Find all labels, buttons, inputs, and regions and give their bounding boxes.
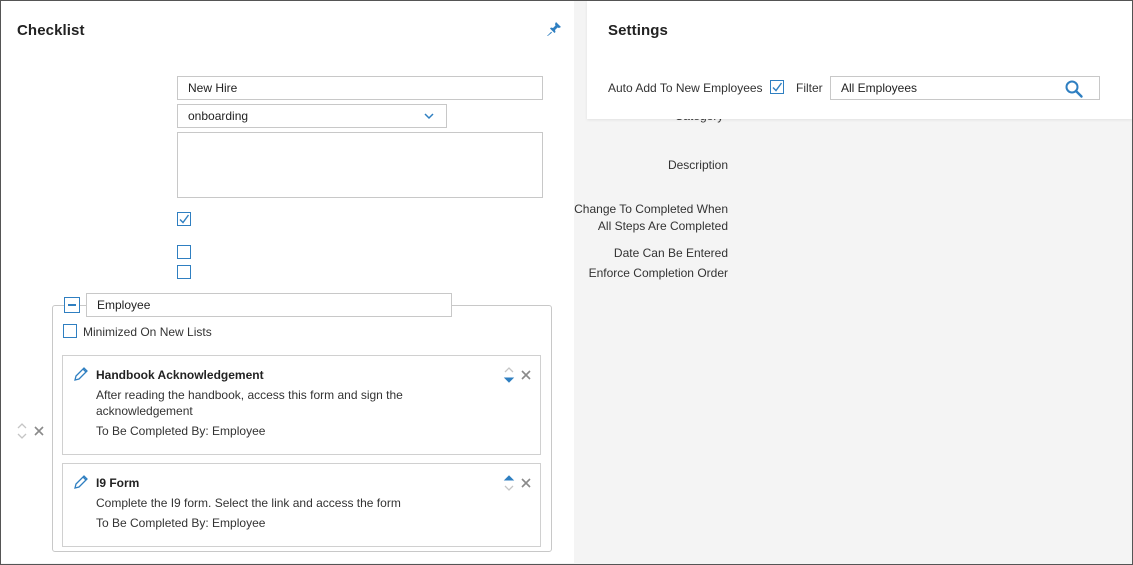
date-entered-label: Date Can Be Entered [613, 246, 728, 260]
close-icon[interactable] [520, 477, 532, 489]
step-card: Handbook Acknowledgement After reading t… [62, 355, 541, 455]
date-entered-checkbox[interactable] [177, 245, 191, 259]
minimized-label: Minimized On New Lists [83, 325, 212, 339]
sort-arrows-icon[interactable] [503, 364, 515, 386]
group-sort-arrows-icon[interactable] [16, 420, 28, 442]
step-description: After reading the handbook, access this … [96, 388, 403, 418]
step-card: I9 Form Complete the I9 form. Select the… [62, 463, 541, 547]
filter-value: All Employees [841, 81, 918, 95]
enforce-order-checkbox[interactable] [177, 265, 191, 279]
change-completed-label-line1: Change To Completed When [574, 202, 728, 216]
settings-title: Settings [608, 22, 668, 39]
change-completed-label-line2: All Steps Are Completed [597, 219, 728, 233]
description-textarea[interactable] [177, 132, 543, 198]
auto-add-checkbox[interactable] [770, 80, 784, 94]
search-icon[interactable] [1064, 79, 1084, 99]
checklist-title: Checklist [17, 22, 85, 39]
pencil-icon[interactable] [73, 474, 89, 490]
auto-add-label: Auto Add To New Employees [608, 81, 763, 95]
change-completed-checkbox[interactable] [177, 212, 191, 226]
category-value: onboarding [188, 109, 249, 123]
step-completed-by: To Be Completed By: Employee [96, 424, 266, 438]
sort-arrows-icon[interactable] [503, 472, 515, 494]
checkmark-icon [179, 214, 190, 224]
checkmark-icon [772, 82, 783, 92]
description-label: Description [667, 158, 728, 172]
pencil-icon[interactable] [73, 366, 89, 382]
step-title: I9 Form [96, 476, 140, 490]
chevron-down-icon [424, 113, 434, 120]
change-completed-label: Change To Completed When All Steps Are C… [558, 201, 728, 235]
category-select[interactable]: onboarding [177, 104, 447, 128]
settings-panel [587, 1, 1132, 119]
filter-label: Filter [796, 81, 823, 95]
name-input[interactable]: New Hire [177, 76, 543, 100]
remove-group-icon[interactable] [33, 425, 45, 437]
collapse-group-button[interactable] [64, 297, 80, 313]
pin-icon[interactable] [545, 20, 563, 38]
group-name-input[interactable]: Employee [86, 293, 452, 317]
filter-input[interactable]: All Employees [830, 76, 1100, 100]
enforce-order-label: Enforce Completion Order [588, 266, 728, 280]
step-description: Complete the I9 form. Select the link an… [96, 496, 401, 510]
step-title: Handbook Acknowledgement [96, 368, 264, 382]
minimized-checkbox[interactable] [63, 324, 77, 338]
close-icon[interactable] [520, 369, 532, 381]
step-completed-by: To Be Completed By: Employee [96, 516, 266, 530]
